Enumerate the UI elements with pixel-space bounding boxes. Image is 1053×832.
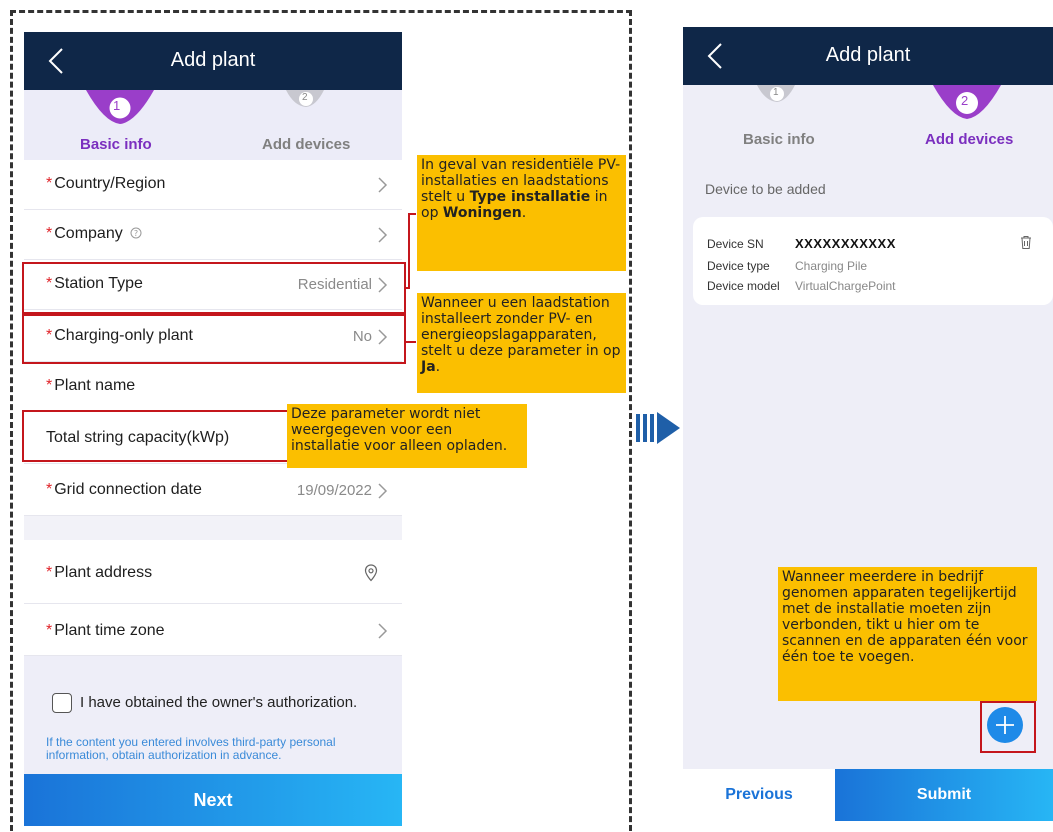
grid-connection-date-value: 19/09/2022 — [296, 482, 372, 499]
device-model-value: VirtualChargePoint — [795, 279, 896, 293]
chevron-right-icon — [378, 483, 388, 499]
next-button[interactable]: Next — [24, 774, 402, 826]
plant-time-zone-label: Plant time zone — [54, 622, 165, 639]
required-mark: * — [46, 564, 53, 581]
step-1-label[interactable]: Basic info — [743, 131, 815, 148]
page-title: Add plant — [170, 49, 256, 71]
step-2-number: 2 — [961, 93, 969, 108]
previous-button[interactable]: Previous — [683, 769, 835, 821]
grid-connection-date-row[interactable]: * Grid connection date 19/09/2022 — [24, 464, 402, 516]
company-row[interactable]: * Company ? — [24, 210, 402, 260]
plant-name-label: Plant name — [54, 377, 136, 394]
step-1-number: 1 — [773, 87, 779, 98]
page-title: Add plant — [825, 44, 911, 66]
section-label: Device to be added — [705, 181, 826, 197]
company-label: Company — [54, 225, 123, 242]
step-2-number: 2 — [302, 92, 308, 103]
charging-only-callout: Wanneer u een laadstation installeert zo… — [417, 293, 626, 393]
next-arrow-icon — [636, 412, 680, 444]
station-type-connector-top — [408, 213, 416, 215]
step-2-label[interactable]: Add devices — [925, 131, 1013, 148]
step-1-label[interactable]: Basic info — [80, 136, 152, 153]
authorization-checkbox[interactable] — [52, 693, 72, 713]
device-sn-value: XXXXXXXXXXX — [795, 236, 896, 251]
country-region-label: Country/Region — [54, 175, 166, 192]
authorization-section: I have obtained the owner's authorizatio… — [24, 656, 402, 774]
charging-only-highlight — [22, 314, 406, 364]
plant-address-row[interactable]: * Plant address — [24, 540, 402, 604]
svg-text:?: ? — [134, 229, 138, 238]
station-type-callout: In geval van residentiële PV-installatie… — [417, 155, 626, 271]
add-device-callout: Wanneer meerdere in bedrijf genomen appa… — [778, 567, 1037, 701]
device-card[interactable]: Device SN XXXXXXXXXXX Device type Chargi… — [693, 217, 1053, 305]
step-1-number: 1 — [113, 98, 121, 113]
plant-time-zone-row[interactable]: * Plant time zone — [24, 604, 402, 656]
required-mark: * — [46, 175, 53, 192]
device-type-value: Charging Pile — [795, 259, 868, 273]
submit-button[interactable]: Submit — [835, 769, 1053, 821]
total-string-highlight — [22, 410, 292, 462]
charging-only-connector — [406, 341, 416, 343]
device-model-label: Device model — [707, 279, 780, 293]
chevron-right-icon — [378, 177, 388, 193]
plant-address-label: Plant address — [54, 564, 153, 581]
step-indicator: 1 2 Basic info Add devices — [683, 85, 1053, 155]
help-icon[interactable]: ? — [130, 227, 142, 239]
step-2-label[interactable]: Add devices — [262, 136, 350, 153]
app-bar: Add plant — [683, 27, 1053, 85]
required-mark: * — [46, 622, 53, 639]
chevron-right-icon — [378, 227, 388, 243]
device-sn-label: Device SN — [707, 237, 764, 251]
station-type-highlight — [22, 262, 406, 314]
required-mark: * — [46, 481, 53, 498]
step-indicator: 1 2 Basic info Add devices — [24, 90, 402, 160]
section-gap — [24, 516, 402, 540]
required-mark: * — [46, 377, 53, 394]
chevron-right-icon — [378, 623, 388, 639]
location-pin-icon[interactable] — [364, 564, 378, 582]
trash-icon[interactable] — [1019, 235, 1033, 250]
required-mark: * — [46, 225, 53, 242]
add-device-highlight — [980, 701, 1036, 753]
country-region-row[interactable]: * Country/Region — [24, 160, 402, 210]
device-type-label: Device type — [707, 259, 770, 273]
grid-connection-date-label: Grid connection date — [54, 481, 202, 498]
authorization-label: I have obtained the owner's authorizatio… — [80, 694, 358, 711]
authorization-notice: If the content you entered involves thir… — [46, 735, 336, 762]
app-bar: Add plant — [24, 32, 402, 90]
station-type-connector-vertical — [408, 213, 410, 289]
total-string-callout: Deze parameter wordt niet weergegeven vo… — [287, 404, 527, 468]
